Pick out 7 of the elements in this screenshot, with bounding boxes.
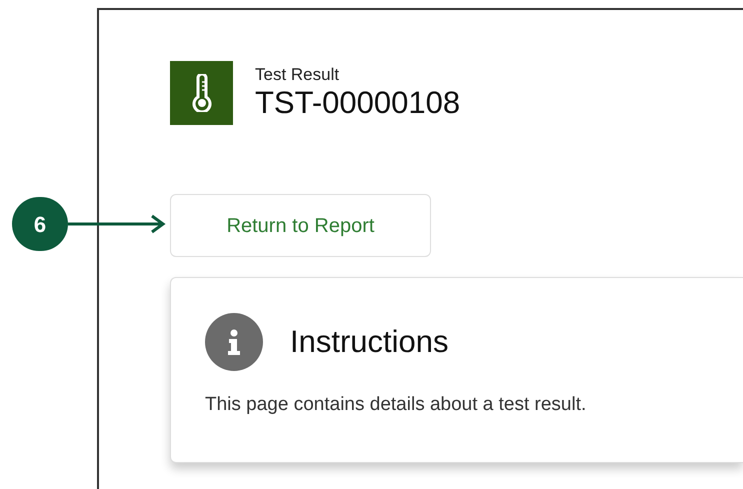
thermometer-icon [170, 61, 233, 125]
instructions-text: This page contains details about a test result. [205, 393, 588, 417]
return-to-report-button[interactable]: Return to Report [170, 194, 431, 257]
step-number-badge: 6 [12, 197, 68, 251]
object-type-label: Test Result [255, 65, 340, 85]
record-id-title: TST-00000108 [255, 85, 460, 121]
instructions-title: Instructions [290, 322, 449, 361]
